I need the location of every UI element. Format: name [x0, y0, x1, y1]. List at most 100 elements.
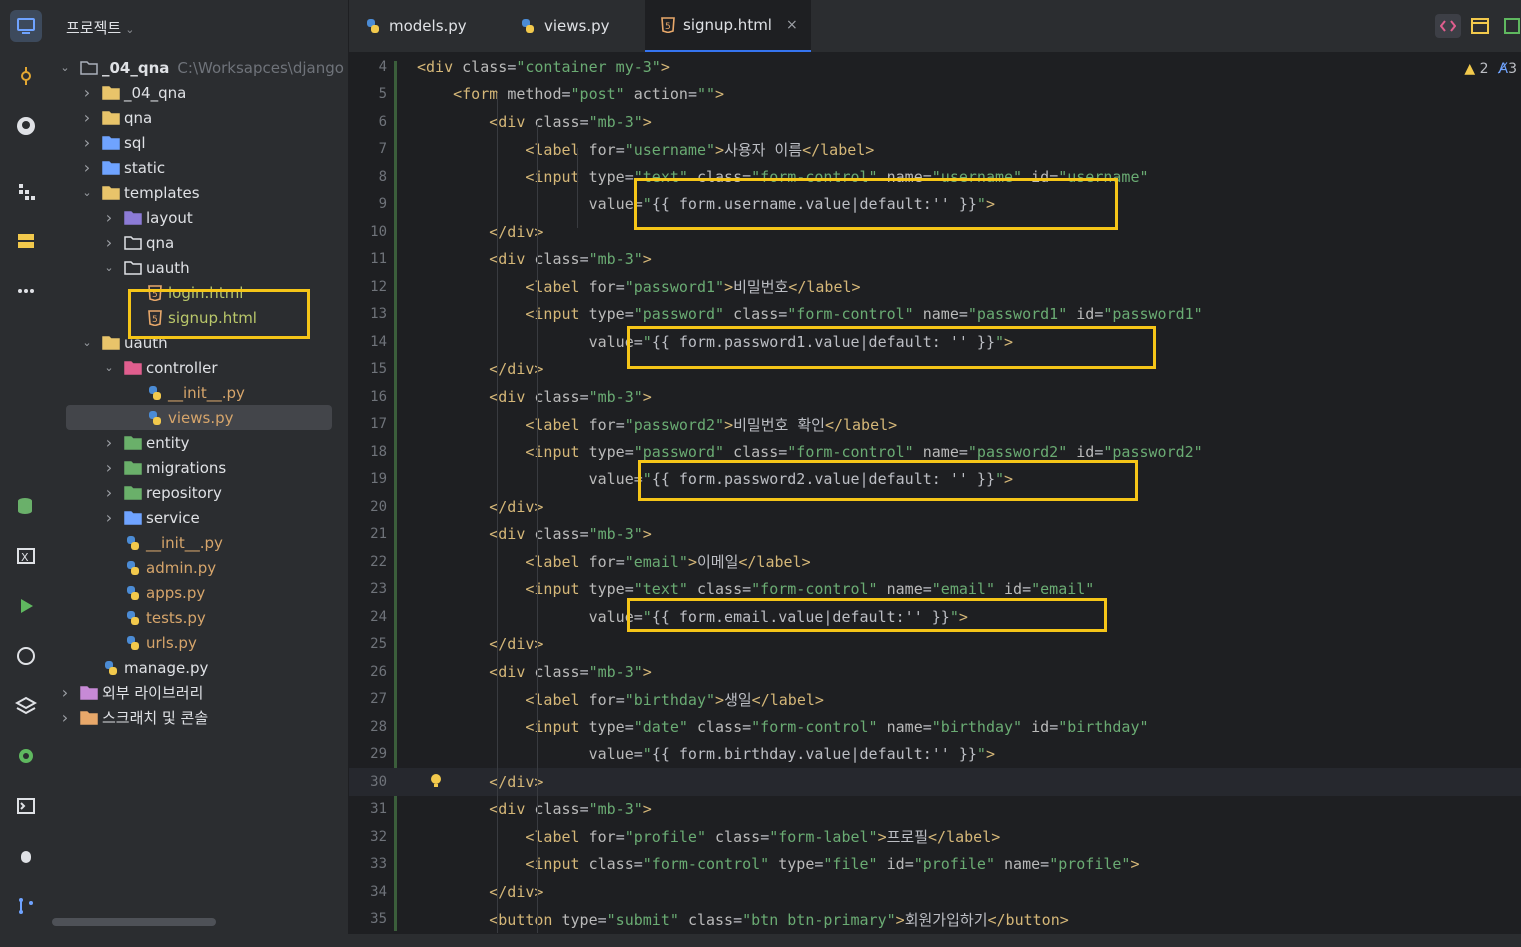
chevron-right-icon[interactable]: ›: [80, 158, 94, 177]
run-icon[interactable]: [10, 590, 42, 622]
tree-item[interactable]: › migrations: [52, 455, 348, 480]
chevron-right-icon[interactable]: ›: [102, 508, 116, 527]
tree-item[interactable]: __init__.py: [52, 530, 348, 555]
code-line[interactable]: 28 <input type="date" class="form-contro…: [349, 713, 1521, 741]
tab-models-py[interactable]: models.py: [349, 0, 504, 52]
sidebar-horizontal-scrollbar[interactable]: [52, 918, 216, 926]
tab-signup-html[interactable]: 5 signup.html ×: [645, 0, 811, 52]
chevron-down-icon[interactable]: ⌄: [80, 186, 94, 199]
tree-item[interactable]: __init__.py: [52, 380, 348, 405]
tree-item[interactable]: › service: [52, 505, 348, 530]
chevron-right-icon[interactable]: ›: [80, 108, 94, 127]
lightbulb-icon[interactable]: [427, 771, 445, 789]
inspection-widget[interactable]: ▲ 2 A̸3: [1464, 61, 1517, 77]
tree-item[interactable]: › qna: [52, 105, 348, 130]
tree-item[interactable]: › _04_qna: [52, 80, 348, 105]
python-console-icon[interactable]: [10, 640, 42, 672]
chevron-down-icon[interactable]: ⌄: [102, 361, 116, 374]
chevron-right-icon[interactable]: ›: [58, 683, 72, 702]
tree-item[interactable]: admin.py: [52, 555, 348, 580]
commit-icon[interactable]: [10, 60, 42, 92]
chevron-right-icon[interactable]: ›: [80, 133, 94, 152]
code-line[interactable]: 29 value="{{ form.birthday.value|default…: [349, 741, 1521, 769]
preview-icon[interactable]: [1467, 14, 1493, 38]
code-line[interactable]: 17 <label for="password2">비밀번호 확인</label…: [349, 411, 1521, 439]
tree-item[interactable]: › qna: [52, 230, 348, 255]
tree-item[interactable]: views.py: [66, 405, 332, 430]
code-line[interactable]: 4 <div class="container my-3">: [349, 53, 1521, 81]
git-branch-icon[interactable]: [10, 890, 42, 922]
code-line[interactable]: 6 <div class="mb-3">: [349, 108, 1521, 136]
chevron-right-icon[interactable]: ›: [102, 458, 116, 477]
folder-icon: [124, 434, 142, 452]
code-line[interactable]: 11 <div class="mb-3">: [349, 246, 1521, 274]
chevron-down-icon[interactable]: ⌄: [80, 336, 94, 349]
code-line[interactable]: 34 </div>: [349, 878, 1521, 906]
code-line[interactable]: 27 <label for="birthday">생일</label>: [349, 686, 1521, 714]
settings-icon[interactable]: [10, 740, 42, 772]
database-icon[interactable]: [10, 490, 42, 522]
chevron-right-icon[interactable]: ›: [80, 83, 94, 102]
tree-item[interactable]: › repository: [52, 480, 348, 505]
tree-item[interactable]: manage.py: [52, 655, 348, 680]
code-line[interactable]: 5 <form method="post" action="">: [349, 81, 1521, 109]
project-view-icon[interactable]: [10, 10, 42, 42]
tree-item[interactable]: urls.py: [52, 630, 348, 655]
tree-item[interactable]: apps.py: [52, 580, 348, 605]
code-line[interactable]: 33 <input class="form-control" type="fil…: [349, 851, 1521, 879]
editor-tabs: models.py views.py 5 signup.html ×: [349, 0, 1521, 53]
chevron-right-icon[interactable]: ›: [58, 708, 72, 727]
tree-item[interactable]: tests.py: [52, 605, 348, 630]
code-line[interactable]: 13 <input type="password" class="form-co…: [349, 301, 1521, 329]
warning-count[interactable]: ▲ 2: [1464, 61, 1488, 77]
tree-item[interactable]: › entity: [52, 430, 348, 455]
chevron-right-icon[interactable]: ›: [102, 483, 116, 502]
problems-icon[interactable]: [10, 840, 42, 872]
code-line[interactable]: 25 </div>: [349, 631, 1521, 659]
tree-item[interactable]: › sql: [52, 130, 348, 155]
tree-item[interactable]: › 외부 라이브러리: [52, 680, 348, 705]
services-icon[interactable]: [10, 225, 42, 257]
close-icon[interactable]: ×: [786, 17, 798, 33]
code-view-icon[interactable]: [1435, 14, 1461, 38]
chevron-down-icon[interactable]: ⌄: [58, 61, 72, 74]
code-line[interactable]: 22 <label for="email">이메일</label>: [349, 548, 1521, 576]
code-line[interactable]: 30 </div>: [349, 768, 1521, 796]
tree-item[interactable]: › layout: [52, 205, 348, 230]
terminal-icon[interactable]: [10, 790, 42, 822]
excel-icon[interactable]: X: [10, 540, 42, 572]
typo-count[interactable]: A̸3: [1499, 61, 1518, 77]
code-line[interactable]: 7 <label for="username">사용자 이름</label>: [349, 136, 1521, 164]
tree-item[interactable]: ⌄ _04_qna C:\Worksapces\django: [52, 55, 348, 80]
github-icon[interactable]: [10, 110, 42, 142]
tree-item-label: manage.py: [124, 658, 209, 677]
tree-item[interactable]: ⌄ controller: [52, 355, 348, 380]
chevron-down-icon[interactable]: ⌄: [102, 261, 116, 274]
code-line[interactable]: 26 <div class="mb-3">: [349, 658, 1521, 686]
chevron-right-icon[interactable]: ›: [102, 233, 116, 252]
layers-icon[interactable]: [10, 690, 42, 722]
code-line[interactable]: 31 <div class="mb-3">: [349, 796, 1521, 824]
structure-icon[interactable]: [10, 175, 42, 207]
tree-item[interactable]: › static: [52, 155, 348, 180]
code-text: <div class="container my-3">: [417, 58, 670, 76]
chevron-right-icon[interactable]: ›: [102, 208, 116, 227]
code-line[interactable]: 35 <button type="submit" class="btn btn-…: [349, 906, 1521, 934]
code-line[interactable]: 16 <div class="mb-3">: [349, 383, 1521, 411]
split-view-icon[interactable]: [1499, 14, 1521, 38]
code-token: type: [561, 910, 598, 929]
tab-views-py[interactable]: views.py: [504, 0, 645, 52]
tree-item[interactable]: › 스크래치 및 콘솔: [52, 705, 348, 730]
code-line[interactable]: 21 <div class="mb-3">: [349, 521, 1521, 549]
tree-item[interactable]: ⌄ uauth: [52, 255, 348, 280]
tree-item[interactable]: ⌄ templates: [52, 180, 348, 205]
chevron-right-icon[interactable]: ›: [102, 433, 116, 452]
project-header[interactable]: 프로젝트 ⌄: [66, 17, 134, 38]
code-line[interactable]: 32 <label for="profile" class="form-labe…: [349, 823, 1521, 851]
folder-icon: [124, 459, 142, 477]
code-line[interactable]: 12 <label for="password1">비밀번호</label>: [349, 273, 1521, 301]
code-token: =: [687, 85, 697, 104]
more-icon[interactable]: [10, 275, 42, 307]
